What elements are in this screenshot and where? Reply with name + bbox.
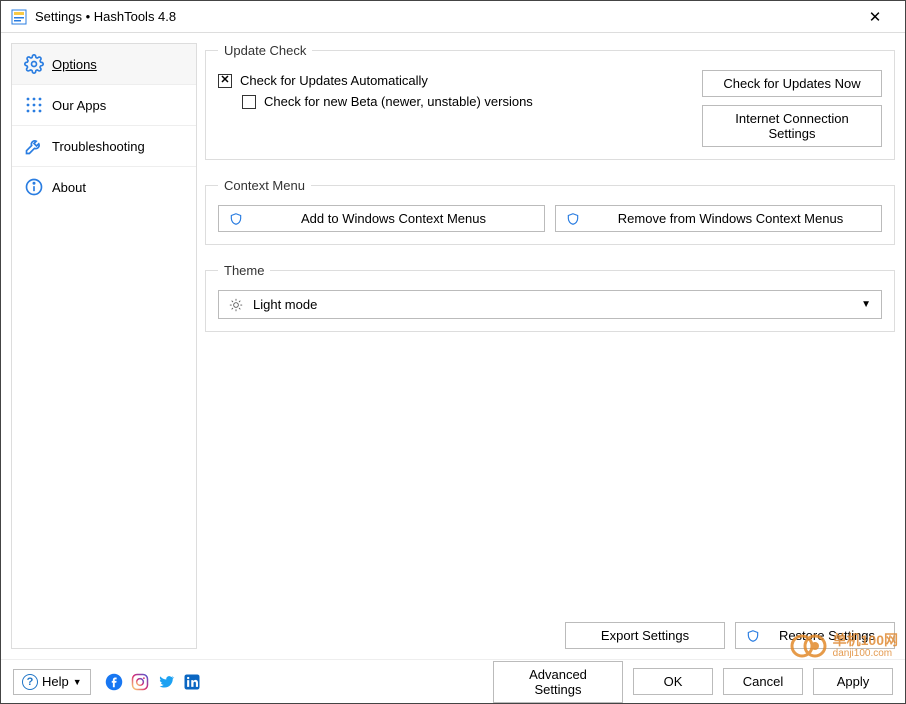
linkedin-icon[interactable] <box>183 673 201 691</box>
close-button[interactable]: ✕ <box>855 8 895 26</box>
restore-settings-label: Restore Settings <box>770 628 884 643</box>
remove-context-menu-button[interactable]: Remove from Windows Context Menus <box>555 205 882 232</box>
social-links <box>105 673 201 691</box>
main-scroll: Update Check Check for Updates Automatic… <box>205 43 895 600</box>
chevron-down-icon: ▼ <box>73 677 82 687</box>
beta-update-checkbox[interactable] <box>242 95 256 109</box>
update-check-legend: Update Check <box>218 43 312 58</box>
instagram-icon[interactable] <box>131 673 149 691</box>
sun-icon <box>229 298 243 312</box>
ok-button[interactable]: OK <box>633 668 713 695</box>
advanced-settings-button[interactable]: Advanced Settings <box>493 661 623 703</box>
auto-update-label: Check for Updates Automatically <box>240 73 428 88</box>
facebook-icon[interactable] <box>105 673 123 691</box>
theme-selected-label: Light mode <box>253 297 317 312</box>
help-icon: ? <box>22 674 38 690</box>
titlebar: Settings • HashTools 4.8 ✕ <box>1 1 905 33</box>
sidebar-item-label: About <box>52 180 86 195</box>
restore-settings-button[interactable]: Restore Settings <box>735 622 895 649</box>
sidebar-item-our-apps[interactable]: Our Apps <box>12 84 196 125</box>
auto-update-row[interactable]: Check for Updates Automatically <box>218 70 690 91</box>
theme-select[interactable]: Light mode ▼ <box>218 290 882 319</box>
beta-update-row[interactable]: Check for new Beta (newer, unstable) ver… <box>242 91 690 112</box>
gear-icon <box>24 54 44 74</box>
sidebar-item-label: Options <box>52 57 97 72</box>
shield-icon <box>746 629 760 643</box>
twitter-icon[interactable] <box>157 673 175 691</box>
theme-legend: Theme <box>218 263 270 278</box>
sidebar: Options Our Apps Troubleshooting About <box>11 43 197 649</box>
context-menu-legend: Context Menu <box>218 178 311 193</box>
theme-group: Theme Light mode ▼ <box>205 263 895 332</box>
shield-icon <box>229 212 243 226</box>
wrench-icon <box>24 136 44 156</box>
content-area: Options Our Apps Troubleshooting About U <box>1 33 905 659</box>
update-check-group: Update Check Check for Updates Automatic… <box>205 43 895 160</box>
apply-button[interactable]: Apply <box>813 668 893 695</box>
add-context-label: Add to Windows Context Menus <box>253 211 534 226</box>
cancel-button[interactable]: Cancel <box>723 668 803 695</box>
sidebar-item-about[interactable]: About <box>12 166 196 207</box>
window-title: Settings • HashTools 4.8 <box>35 9 855 24</box>
settings-actions-row: Export Settings Restore Settings <box>205 618 895 649</box>
connection-settings-button[interactable]: Internet Connection Settings <box>702 105 882 147</box>
info-icon <box>24 177 44 197</box>
auto-update-checkbox[interactable] <box>218 74 232 88</box>
main-panel: Update Check Check for Updates Automatic… <box>205 43 895 649</box>
export-settings-button[interactable]: Export Settings <box>565 622 725 649</box>
shield-icon <box>566 212 580 226</box>
check-updates-now-button[interactable]: Check for Updates Now <box>702 70 882 97</box>
footer-bar: ? Help ▼ Advanced Settings OK Cancel App… <box>1 659 905 703</box>
sidebar-item-label: Our Apps <box>52 98 106 113</box>
help-button[interactable]: ? Help ▼ <box>13 669 91 695</box>
add-context-menu-button[interactable]: Add to Windows Context Menus <box>218 205 545 232</box>
context-menu-group: Context Menu Add to Windows Context Menu… <box>205 178 895 245</box>
remove-context-label: Remove from Windows Context Menus <box>590 211 871 226</box>
beta-update-label: Check for new Beta (newer, unstable) ver… <box>264 94 533 109</box>
sidebar-item-label: Troubleshooting <box>52 139 145 154</box>
apps-grid-icon <box>24 95 44 115</box>
sidebar-item-options[interactable]: Options <box>12 44 196 84</box>
sidebar-item-troubleshooting[interactable]: Troubleshooting <box>12 125 196 166</box>
help-label: Help <box>42 674 69 689</box>
chevron-down-icon: ▼ <box>861 299 871 310</box>
app-icon <box>11 9 27 25</box>
